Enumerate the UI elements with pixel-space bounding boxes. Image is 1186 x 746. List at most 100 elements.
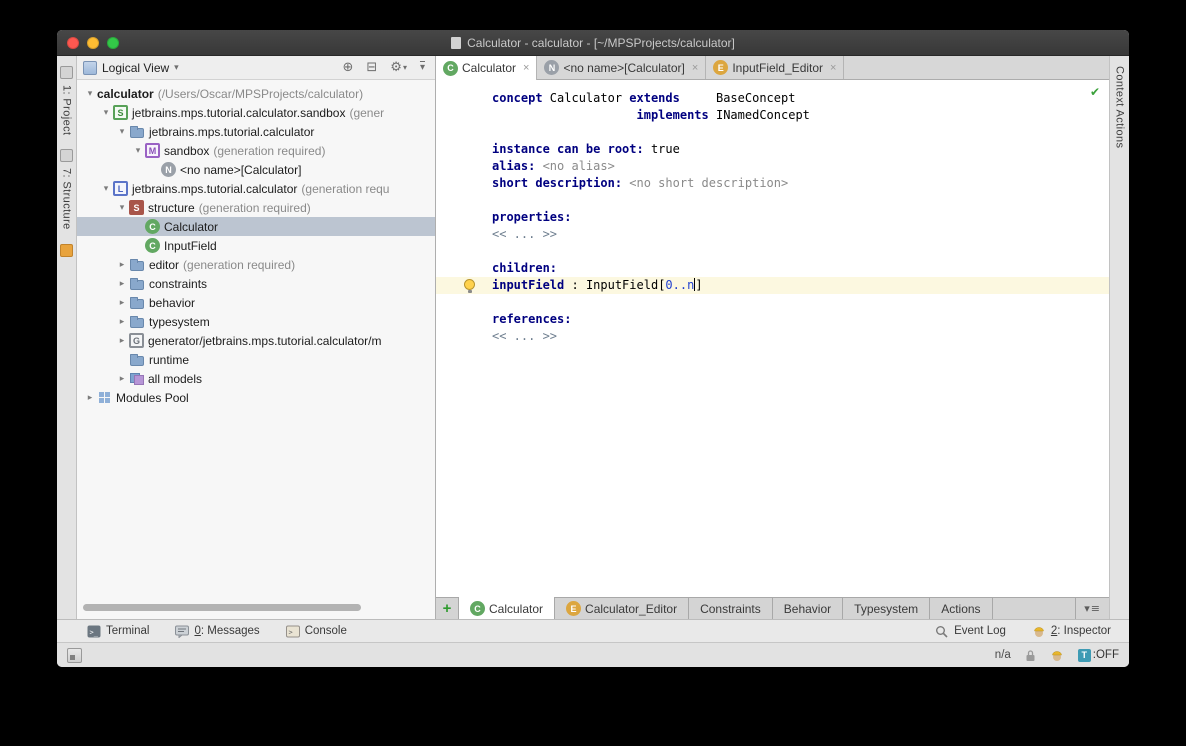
tree-item-suffix: (generation required) bbox=[198, 200, 311, 215]
favorites-tool-icon[interactable] bbox=[60, 244, 73, 258]
typesystem-badge-icon: T bbox=[1077, 648, 1091, 662]
gear-icon[interactable]: ⚙ ▾ bbox=[390, 60, 407, 75]
aspect-tab-behavior[interactable]: Behavior bbox=[771, 598, 843, 619]
code-line-7[interactable] bbox=[492, 192, 1109, 209]
toolbar-item-console[interactable]: > Console bbox=[285, 625, 347, 638]
title-bar[interactable]: Calculator - calculator - [~/MPSProjects… bbox=[57, 30, 1129, 56]
expanded-arrow-icon[interactable]: ▾ bbox=[99, 108, 113, 118]
typesystem-indicator[interactable]: T:OFF bbox=[1077, 648, 1119, 662]
code-line-15[interactable]: << ... >> bbox=[492, 328, 1109, 345]
tree-item-jetbrains-mps-tutorial-calculator[interactable]: ▾ jetbrains.mps.tutorial.calculator bbox=[77, 122, 435, 141]
logical-view-icon bbox=[83, 60, 97, 75]
tree-item-editor[interactable]: ▸ editor (generation required) bbox=[77, 255, 435, 274]
minimize-window-button[interactable] bbox=[87, 37, 99, 49]
code-line-12[interactable]: inputField : InputField[0..n] bbox=[436, 277, 1109, 294]
tool-tab-context-actions[interactable]: Context Actions bbox=[1114, 66, 1126, 148]
collapsed-arrow-icon[interactable]: ▸ bbox=[115, 298, 129, 308]
editor-tab-no-name-calculator[interactable]: N <no name>[Calculator] × bbox=[537, 56, 707, 79]
add-tab-button[interactable]: + bbox=[436, 598, 458, 619]
lightbulb-icon[interactable] bbox=[464, 279, 475, 293]
code-line-9[interactable]: << ... >> bbox=[492, 226, 1109, 243]
tree-item-generator-jetbrains-mps-tutorial-calculator-m[interactable]: ▸ Ggenerator/jetbrains.mps.tutorial.calcu… bbox=[77, 331, 435, 350]
collapsed-arrow-icon[interactable]: ▸ bbox=[115, 374, 129, 384]
main-area: 1: Project 7: Structure Logical View ▾ ⊕… bbox=[57, 56, 1129, 619]
code-line-5[interactable]: alias: <no alias> bbox=[492, 158, 1109, 175]
tab-options-icon[interactable]: ▾≡ bbox=[1075, 598, 1109, 619]
tree-item-behavior[interactable]: ▸ behavior bbox=[77, 293, 435, 312]
code-line-14[interactable]: references: bbox=[492, 311, 1109, 328]
collapsed-arrow-icon[interactable]: ▸ bbox=[83, 393, 97, 403]
tool-tab-structure[interactable]: 7: Structure bbox=[61, 168, 73, 230]
tree-item-constraints[interactable]: ▸ constraints bbox=[77, 274, 435, 293]
traffic-lights bbox=[67, 37, 119, 49]
code-segment: 0..n bbox=[665, 278, 695, 292]
concept-icon: C bbox=[145, 219, 160, 234]
close-tab-icon[interactable]: × bbox=[692, 62, 698, 74]
collapse-all-icon[interactable]: ⊟ bbox=[366, 60, 377, 75]
chevron-down-icon[interactable]: ▾ bbox=[174, 63, 179, 73]
aspect-tab-typesystem[interactable]: Typesystem bbox=[842, 598, 930, 619]
code-line-10[interactable] bbox=[492, 243, 1109, 260]
lock-icon[interactable] bbox=[1025, 649, 1036, 662]
editor-tab-inputfield-editor[interactable]: E InputField_Editor × bbox=[706, 56, 845, 79]
code-line-3[interactable] bbox=[492, 124, 1109, 141]
code-line-11[interactable]: children: bbox=[492, 260, 1109, 277]
tree-item-structure[interactable]: ▾ Sstructure (generation required) bbox=[77, 198, 435, 217]
tree-item-calculator[interactable]: ▾ calculator (/Users/Oscar/MPSProjects/cal… bbox=[77, 84, 435, 103]
window-title: Calculator - calculator - [~/MPSProjects… bbox=[451, 36, 735, 50]
horizontal-scrollbar[interactable] bbox=[83, 604, 361, 611]
tree-item-all-models[interactable]: ▸ all models bbox=[77, 369, 435, 388]
close-tab-icon[interactable]: × bbox=[523, 62, 529, 74]
code-line-8[interactable]: properties: bbox=[492, 209, 1109, 226]
structure-icon: S bbox=[129, 200, 144, 215]
editor-body[interactable]: ✔ concept Calculator extends BaseConcept… bbox=[436, 80, 1109, 597]
collapsed-arrow-icon[interactable]: ▸ bbox=[115, 279, 129, 289]
zoom-window-button[interactable] bbox=[107, 37, 119, 49]
toolwindow-toggle-icon[interactable] bbox=[67, 647, 82, 663]
tree-item-modules-pool[interactable]: ▸ Modules Pool bbox=[77, 388, 435, 407]
toolbar-item-0-messages[interactable]: 0: Messages bbox=[175, 625, 260, 638]
code-line-4[interactable]: instance can be root: true bbox=[492, 141, 1109, 158]
code-line-1[interactable]: concept Calculator extends BaseConcept bbox=[492, 90, 1109, 107]
collapsed-arrow-icon[interactable]: ▸ bbox=[115, 336, 129, 346]
tree-item-label: jetbrains.mps.tutorial.calculator bbox=[132, 181, 298, 196]
expanded-arrow-icon[interactable]: ▾ bbox=[83, 89, 97, 99]
tree-item-jetbrains-mps-tutorial-calculator-sandbox[interactable]: ▾ Sjetbrains.mps.tutorial.calculator.sand… bbox=[77, 103, 435, 122]
editor-tab-calculator[interactable]: C Calculator × bbox=[436, 56, 538, 80]
view-selector[interactable]: Logical View bbox=[102, 61, 169, 75]
tree-item-typesystem[interactable]: ▸ typesystem bbox=[77, 312, 435, 331]
tree-item-jetbrains-mps-tutorial-calculator[interactable]: ▾ Ljetbrains.mps.tutorial.calculator (gene… bbox=[77, 179, 435, 198]
aspect-tab-actions[interactable]: Actions bbox=[929, 598, 993, 619]
tree-item-calculator[interactable]: C Calculator bbox=[77, 217, 435, 236]
position-indicator: n/a bbox=[994, 649, 1011, 661]
tree-item-runtime[interactable]: runtime bbox=[77, 350, 435, 369]
code-line-2[interactable]: implements INamedConcept bbox=[492, 107, 1109, 124]
code-line-6[interactable]: short description: <no short description… bbox=[492, 175, 1109, 192]
toolbar-item-2-inspector[interactable]: 2: Inspector bbox=[1032, 625, 1111, 638]
console-icon: > bbox=[285, 625, 300, 638]
structure-tool-icon[interactable] bbox=[60, 149, 73, 163]
aspect-tab-calculator-editor[interactable]: E Calculator_Editor bbox=[554, 598, 689, 619]
close-window-button[interactable] bbox=[67, 37, 79, 49]
expanded-arrow-icon[interactable]: ▾ bbox=[115, 203, 129, 213]
aspect-tab-calculator[interactable]: C Calculator bbox=[458, 597, 555, 619]
close-tab-icon[interactable]: × bbox=[830, 62, 836, 74]
code-line-13[interactable] bbox=[492, 294, 1109, 311]
collapsed-arrow-icon[interactable]: ▸ bbox=[115, 260, 129, 270]
locate-icon[interactable]: ⊕ bbox=[342, 60, 353, 75]
hector-icon[interactable] bbox=[1050, 649, 1064, 662]
hide-panel-icon[interactable]: ▾ bbox=[420, 62, 425, 73]
code-segment: true bbox=[643, 142, 680, 156]
expanded-arrow-icon[interactable]: ▾ bbox=[99, 184, 113, 194]
tree-item-inputfield[interactable]: C InputField bbox=[77, 236, 435, 255]
tree-item-sandbox[interactable]: ▾ Msandbox (generation required) bbox=[77, 141, 435, 160]
toolbar-item-terminal[interactable]: >_ Terminal bbox=[87, 625, 149, 638]
expanded-arrow-icon[interactable]: ▾ bbox=[115, 127, 129, 137]
aspect-tab-constraints[interactable]: Constraints bbox=[688, 598, 772, 619]
project-tool-icon[interactable] bbox=[60, 66, 73, 79]
expanded-arrow-icon[interactable]: ▾ bbox=[131, 146, 145, 156]
collapsed-arrow-icon[interactable]: ▸ bbox=[115, 317, 129, 327]
tool-tab-project[interactable]: 1: Project bbox=[61, 85, 73, 135]
tree-item-no-name-calculator[interactable]: N <no name>[Calculator] bbox=[77, 160, 435, 179]
toolbar-item-event-log[interactable]: Event Log bbox=[935, 625, 1006, 638]
